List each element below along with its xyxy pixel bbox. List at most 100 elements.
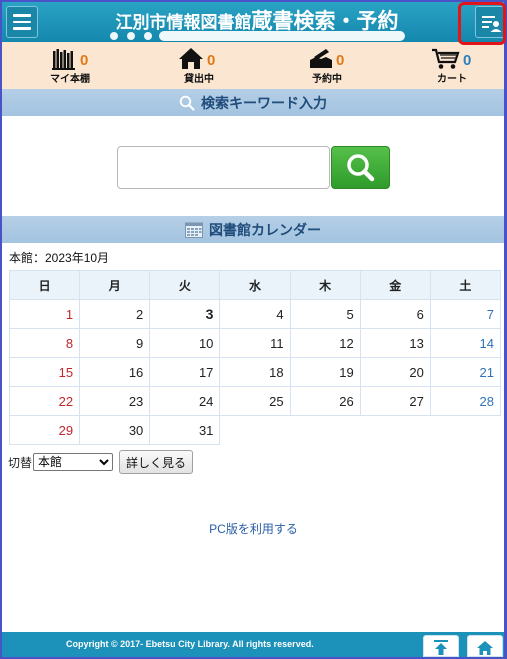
calendar-day: 24 — [149, 386, 221, 416]
calendar-empty-cell — [220, 416, 290, 445]
calendar-day: 1 — [8, 299, 81, 329]
weekday-header: 木 — [289, 270, 361, 300]
app-title: 江別市情報図書館蔵書検索・予約 — [107, 5, 407, 33]
calendar-day: 23 — [79, 386, 151, 416]
decoration-dot — [110, 32, 118, 40]
calendar-icon — [185, 222, 203, 238]
calendar-day: 15 — [8, 357, 81, 387]
calendar-day: 22 — [8, 386, 81, 416]
status-cart[interactable]: 0 カート — [427, 46, 477, 86]
pc-version-link[interactable]: PC版を利用する — [0, 520, 507, 537]
home-button[interactable] — [467, 635, 503, 657]
status-my-bookshelf[interactable]: 0 マイ本棚 — [42, 46, 98, 86]
status-label: マイ本棚 — [50, 74, 90, 85]
magnifier-icon — [347, 154, 375, 182]
weekday-header: 火 — [149, 270, 221, 300]
status-bar: 0 マイ本棚 0 貸出中 0 予約中 0 カート — [2, 42, 504, 89]
calendar-day: 12 — [289, 328, 361, 358]
calendar-day: 2 — [79, 299, 151, 329]
weekday-header: 日 — [8, 270, 81, 300]
calendar-day: 20 — [359, 357, 431, 387]
menu-icon-line — [13, 14, 31, 17]
calendar-day: 19 — [289, 357, 361, 387]
status-label: 予約中 — [312, 74, 342, 85]
decoration-bar — [159, 31, 405, 41]
calendar-day: 6 — [359, 299, 431, 329]
calendar-day: 25 — [219, 386, 291, 416]
bookshelf-icon — [52, 49, 75, 70]
reserve-icon — [310, 49, 332, 68]
calendar-day: 21 — [429, 357, 502, 387]
calendar-table: 日 月 火 水 木 金 土 1 2 3 4 5 6 7 8 9 10 11 12… — [8, 270, 502, 445]
calendar-day: 11 — [219, 328, 291, 358]
calendar-day: 16 — [79, 357, 151, 387]
status-label: 貸出中 — [184, 74, 214, 85]
search-input[interactable] — [117, 146, 330, 189]
status-borrowed[interactable]: 0 貸出中 — [174, 46, 224, 86]
calendar-empty-cell — [290, 416, 360, 445]
menu-icon-line — [13, 27, 31, 30]
search-button[interactable] — [331, 146, 390, 189]
reserved-count: 0 — [336, 52, 345, 69]
calendar-day: 30 — [79, 415, 151, 445]
calendar-week-row: 22 23 24 25 26 27 28 — [8, 386, 502, 416]
calendar-day-today: 3 — [149, 299, 221, 329]
menu-button[interactable] — [6, 6, 38, 38]
calendar-empty-cell — [430, 416, 500, 445]
calendar-day: 14 — [429, 328, 502, 358]
weekday-header: 月 — [79, 270, 151, 300]
detail-button[interactable]: 詳しく見る — [119, 450, 194, 474]
calendar-week-row: 29 30 31 — [8, 415, 501, 445]
decoration-dot — [144, 32, 152, 40]
switch-label: 切替 — [8, 455, 33, 470]
bookshelf-count: 0 — [80, 52, 89, 69]
calendar-day: 27 — [359, 386, 431, 416]
calendar-day: 8 — [8, 328, 81, 358]
title-library-name: 江別市情報図書館 — [115, 13, 252, 33]
calendar-caption: 本館：2023年10月 — [9, 251, 110, 265]
calendar-day: 31 — [149, 415, 221, 445]
page-top-button[interactable] — [423, 635, 459, 657]
calendar-heading-text: 図書館カレンダー — [209, 222, 321, 239]
search-heading-text: 検索キーワード入力 — [201, 95, 327, 112]
branch-select[interactable]: 本館 — [33, 453, 114, 471]
calendar-day: 5 — [289, 299, 361, 329]
house-icon — [179, 48, 203, 69]
calendar-day: 4 — [219, 299, 291, 329]
home-icon — [477, 641, 493, 655]
calendar-week-row: 1 2 3 4 5 6 7 — [8, 299, 502, 329]
calendar-switch-row: 切替 本館 詳しく見る — [8, 450, 194, 474]
cart-count: 0 — [463, 52, 472, 69]
calendar-week-row: 15 16 17 18 19 20 21 — [8, 357, 502, 387]
app-header: 江別市情報図書館蔵書検索・予約 — [2, 2, 505, 42]
calendar-day: 7 — [429, 299, 502, 329]
calendar-day: 28 — [429, 386, 502, 416]
weekday-header: 金 — [359, 270, 431, 300]
cart-icon — [432, 48, 460, 69]
calendar-day: 17 — [149, 357, 221, 387]
search-icon — [179, 95, 195, 111]
calendar-empty-cell — [360, 416, 430, 445]
borrowed-count: 0 — [207, 52, 216, 69]
calendar-week-row: 8 9 10 11 12 13 14 — [8, 328, 502, 358]
calendar-day: 18 — [219, 357, 291, 387]
search-section-heading: 検索キーワード入力 — [2, 89, 504, 116]
status-reserved[interactable]: 0 予約中 — [302, 46, 352, 86]
title-decoration — [107, 31, 405, 41]
calendar-day: 13 — [359, 328, 431, 358]
calendar-section-heading: 図書館カレンダー — [2, 216, 504, 243]
title-service-name: 蔵書検索・予約 — [251, 9, 399, 33]
calendar-day: 9 — [79, 328, 151, 358]
calendar-weekday-row: 日 月 火 水 木 金 土 — [8, 270, 502, 300]
calendar-day: 29 — [8, 415, 81, 445]
highlight-box — [458, 2, 506, 45]
menu-icon-line — [13, 20, 31, 24]
status-label: カート — [437, 74, 467, 85]
weekday-header: 水 — [219, 270, 291, 300]
arrow-to-top-icon — [434, 640, 448, 655]
copyright-text: Copyright © 2017- Ebetsu City Library. A… — [66, 639, 314, 649]
weekday-header: 土 — [429, 270, 502, 300]
calendar-day: 26 — [289, 386, 361, 416]
footer: Copyright © 2017- Ebetsu City Library. A… — [2, 632, 504, 657]
decoration-dot — [127, 32, 135, 40]
